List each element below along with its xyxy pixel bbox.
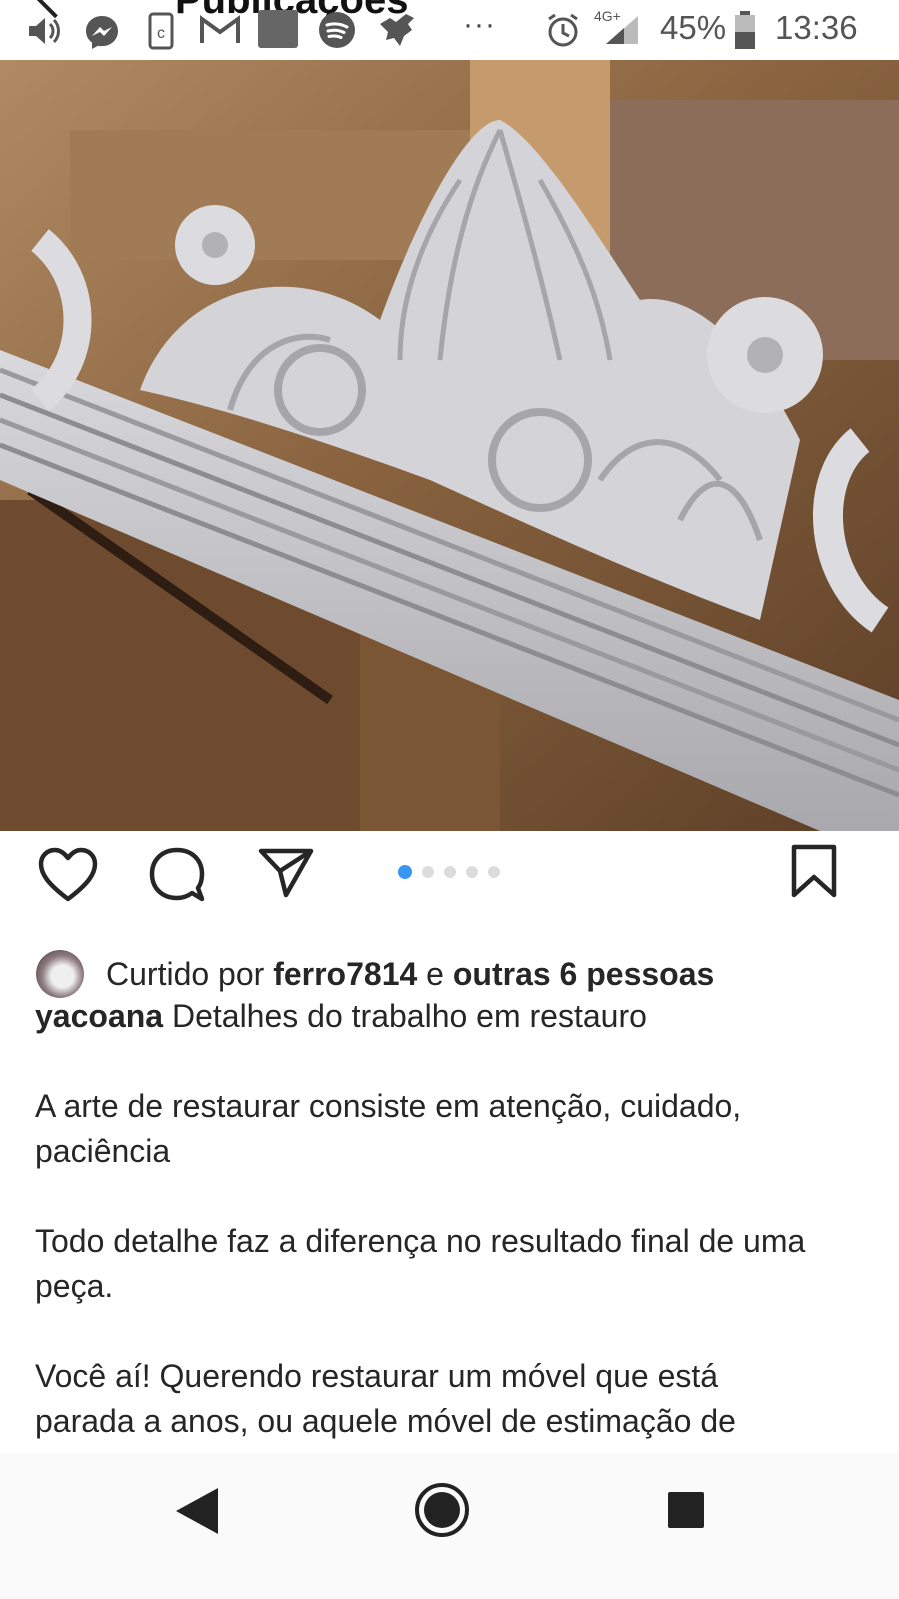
carousel-dot xyxy=(488,866,500,878)
system-nav-bar xyxy=(0,1453,899,1599)
overflow-icon: ··· xyxy=(463,8,496,41)
battery-percent: 45% xyxy=(660,9,727,46)
carousel-dot xyxy=(466,866,478,878)
post-caption: yacoana Detalhes do trabalho em restauro… xyxy=(35,994,825,1454)
likes-prefix: Curtido por xyxy=(106,955,265,992)
carousel-dot xyxy=(422,866,434,878)
nav-home-icon[interactable] xyxy=(414,1482,470,1538)
carousel-indicator xyxy=(398,865,500,879)
post-actions xyxy=(0,831,899,921)
comment-icon[interactable] xyxy=(148,846,206,904)
status-bar: Publicações c ··· 4G+ 45% 13:36 xyxy=(0,0,899,60)
spotify-icon xyxy=(319,12,355,48)
nav-recents-icon[interactable] xyxy=(667,1491,705,1529)
caption-paragraph: Todo detalhe faz a diferença no resultad… xyxy=(35,1223,806,1304)
nav-back-icon[interactable] xyxy=(174,1486,220,1536)
bird-icon xyxy=(380,14,414,46)
likes-connector: e xyxy=(426,955,444,992)
signal-icon xyxy=(606,16,638,44)
caption-first-line: Detalhes do trabalho em restauro xyxy=(171,998,647,1034)
post-image[interactable] xyxy=(0,60,899,831)
bookmark-icon[interactable] xyxy=(790,843,838,899)
app-square-icon xyxy=(258,10,298,48)
clock: 13:36 xyxy=(775,9,858,46)
app-icon: c xyxy=(148,12,174,50)
svg-text:c: c xyxy=(157,25,165,42)
battery-icon xyxy=(735,11,755,49)
alarm-icon xyxy=(548,13,578,47)
gmail-icon xyxy=(200,15,240,43)
share-send-icon[interactable] xyxy=(258,847,314,899)
carousel-dot xyxy=(444,866,456,878)
messenger-icon xyxy=(86,16,118,49)
likes-others[interactable]: outras 6 pessoas xyxy=(453,956,714,993)
carousel-dot-active xyxy=(398,865,412,879)
caption-paragraph: A arte de restaurar consiste em atenção,… xyxy=(35,1088,742,1169)
caption-paragraph: Você aí! Querendo restaurar um móvel que… xyxy=(35,1358,736,1439)
liker-avatar[interactable] xyxy=(36,950,84,998)
volume-icon xyxy=(29,18,60,44)
likes-summary[interactable]: Curtido por ferro7814 e outras 6 pessoas xyxy=(36,950,714,998)
author-username[interactable]: yacoana xyxy=(35,998,163,1034)
liker-username[interactable]: ferro7814 xyxy=(273,956,417,993)
carved-frame-photo xyxy=(0,60,899,831)
like-heart-icon[interactable] xyxy=(38,847,98,903)
